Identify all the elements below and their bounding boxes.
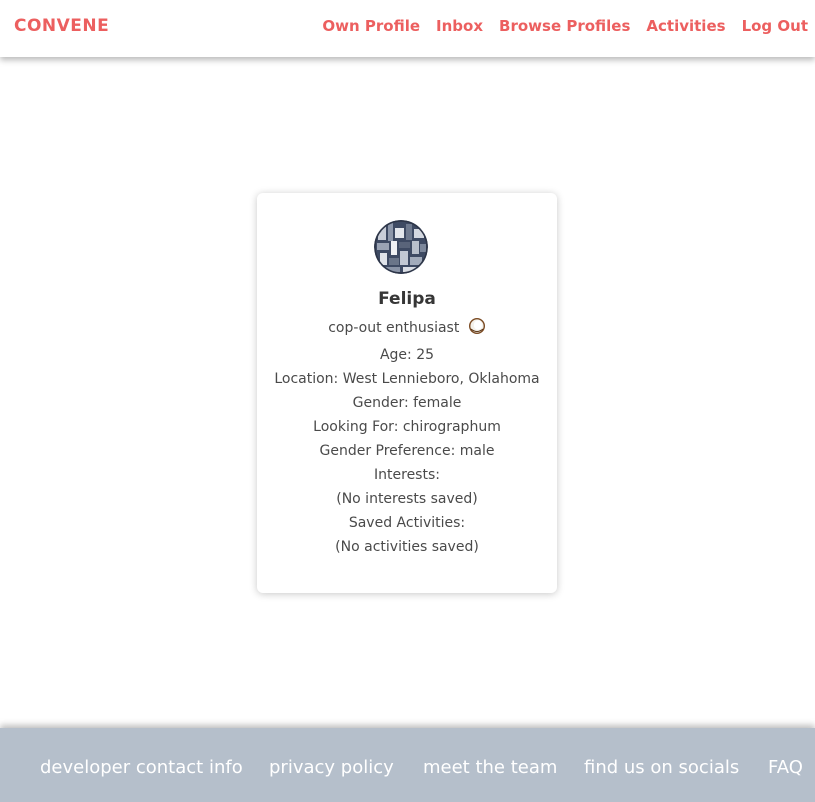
profile-interests-value: (No interests saved)	[336, 491, 478, 507]
profile-tagline: cop-out enthusiast	[257, 316, 557, 343]
profile-details: cop-out enthusiast Age: 25 Location: Wes…	[257, 316, 557, 559]
nav-links: Own Profile Inbox Browse Profiles Activi…	[306, 17, 808, 35]
profile-interests-label: Interests:	[374, 467, 440, 483]
nav-own-profile[interactable]: Own Profile	[322, 17, 420, 35]
avatar-image	[374, 220, 428, 274]
profile-location: Location: West Lennieboro, Oklahoma	[274, 371, 540, 387]
profile-card: Felipa cop-out enthusiast Age: 25 Locati…	[257, 193, 557, 593]
footer-meet-the-team[interactable]: meet the team	[423, 757, 557, 778]
profile-activities-value: (No activities saved)	[335, 539, 479, 555]
nav-log-out[interactable]: Log Out	[742, 17, 808, 35]
nav-browse-profiles[interactable]: Browse Profiles	[499, 17, 630, 35]
profile-name: Felipa	[378, 289, 436, 309]
profile-activities-label: Saved Activities:	[348, 515, 466, 531]
profile-age: Age: 25	[379, 347, 435, 363]
coconut-icon	[468, 317, 486, 343]
nav-activities[interactable]: Activities	[646, 17, 725, 35]
avatar	[374, 220, 428, 274]
footer-privacy-policy[interactable]: privacy policy	[269, 757, 394, 778]
top-navbar: CONVENE Own Profile Inbox Browse Profile…	[0, 0, 815, 57]
footer-find-us-on-socials[interactable]: find us on socials	[584, 757, 739, 778]
profile-gender-preference: Gender Preference: male	[319, 443, 495, 459]
brand-logo[interactable]: CONVENE	[14, 16, 109, 36]
tagline-text: cop-out enthusiast	[328, 320, 460, 336]
profile-gender: Gender: female	[352, 395, 462, 411]
footer: developer contact info privacy policy me…	[0, 728, 815, 802]
nav-inbox[interactable]: Inbox	[436, 17, 483, 35]
footer-faq[interactable]: FAQ	[768, 757, 803, 778]
footer-developer-contact[interactable]: developer contact info	[40, 757, 243, 778]
profile-looking-for: Looking For: chirographum	[313, 419, 501, 435]
